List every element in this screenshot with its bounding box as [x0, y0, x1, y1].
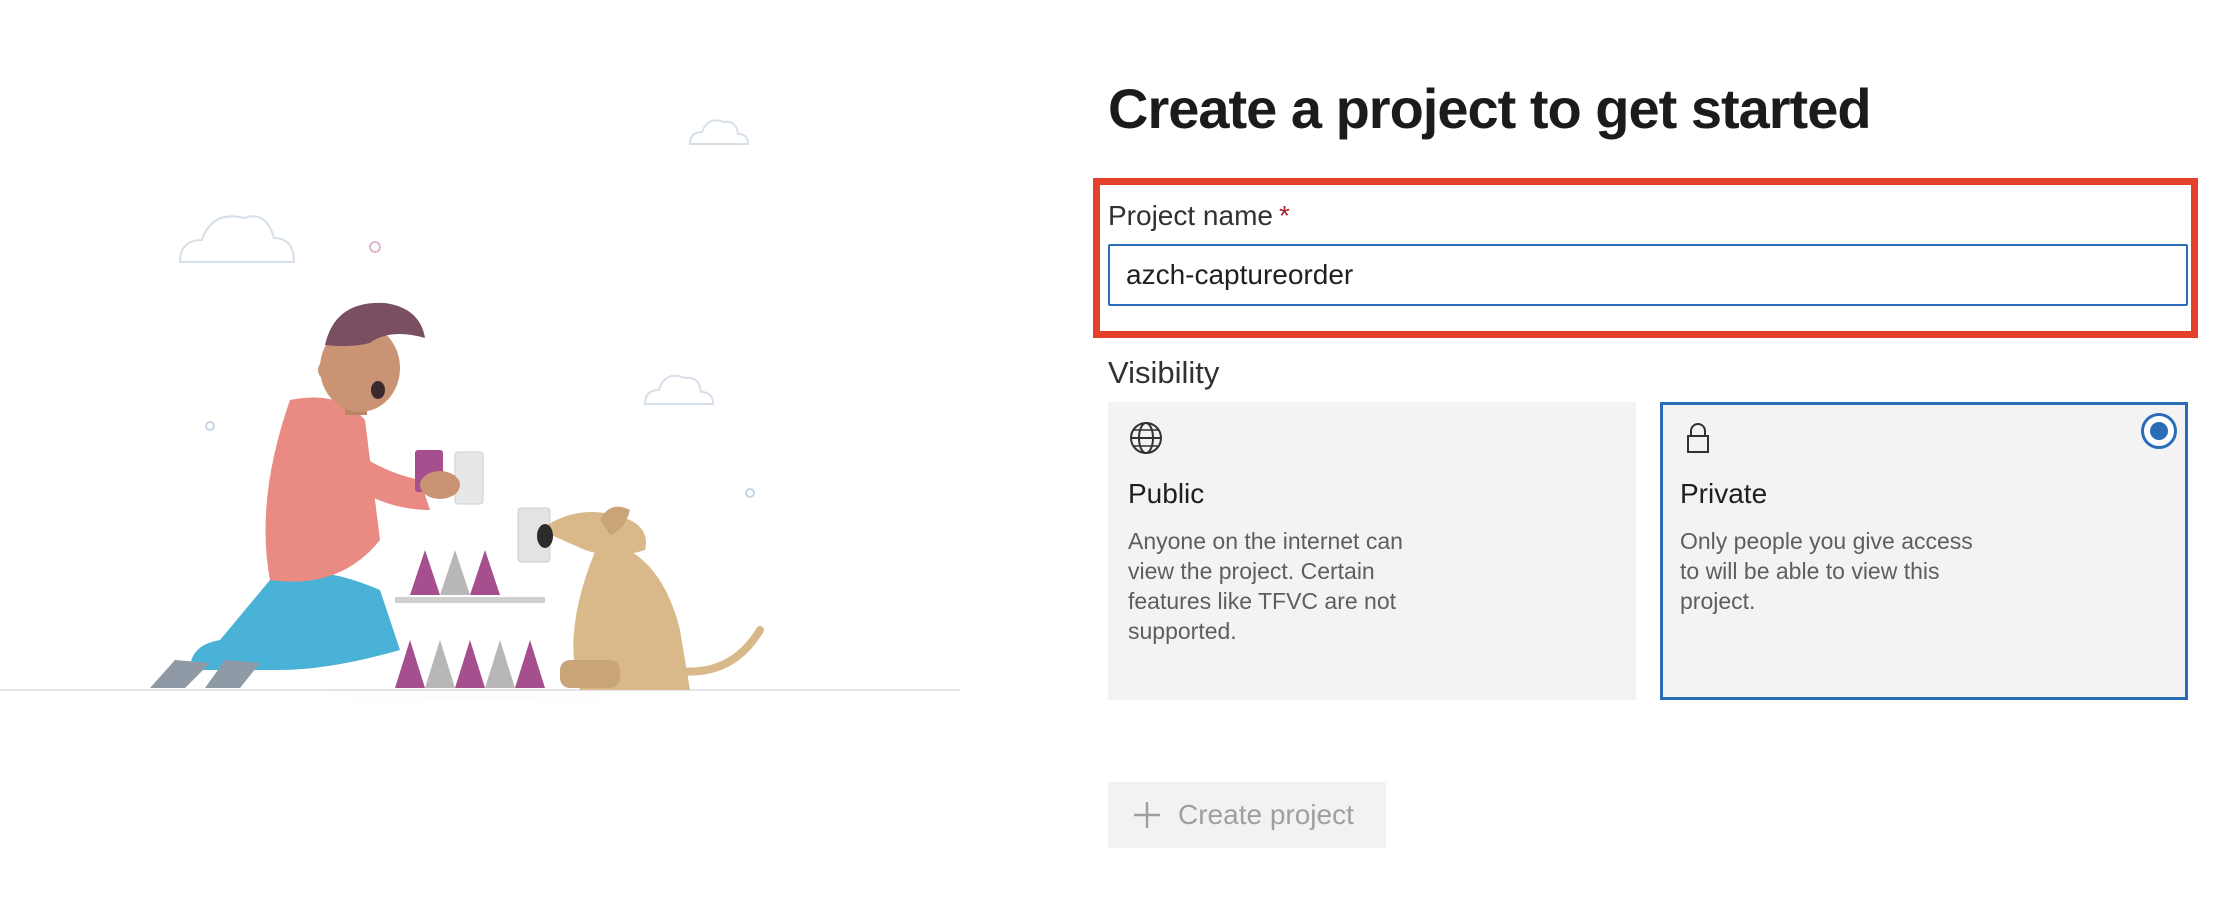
create-project-page: Create a project to get started Project …	[0, 0, 2220, 918]
page-title: Create a project to get started	[1108, 77, 1872, 140]
public-description: Anyone on the internet can view the proj…	[1128, 528, 1403, 644]
create-project-form: Create a project to get started Project …	[1093, 0, 2213, 918]
lock-icon	[1687, 423, 1709, 453]
visibility-option-public[interactable]: Public Anyone on the internet can view t…	[1108, 402, 1636, 700]
globe-icon	[1130, 422, 1162, 454]
private-title: Private	[1680, 478, 1768, 509]
project-name-label: Project name *	[1108, 200, 1290, 232]
dog-figure	[537, 506, 764, 690]
create-project-button[interactable]: Create project	[1108, 782, 1386, 848]
visibility-label: Visibility	[1108, 355, 1220, 390]
house-of-cards-illustration	[0, 119, 960, 700]
cloud-icon	[178, 119, 750, 405]
plus-icon	[1134, 802, 1160, 828]
radio-dot	[2150, 422, 2168, 440]
project-name-input[interactable]	[1108, 244, 2188, 306]
hero-illustration	[0, 100, 960, 700]
private-radio-selected[interactable]	[2141, 413, 2177, 449]
project-name-label-text: Project name	[1108, 200, 1273, 231]
public-title: Public	[1128, 478, 1205, 509]
create-project-label: Create project	[1178, 799, 1354, 830]
required-marker: *	[1278, 200, 1290, 231]
visibility-option-private[interactable]: Private Only people you give access to w…	[1660, 402, 2188, 700]
private-description: Only people you give access to will be a…	[1680, 528, 1973, 614]
